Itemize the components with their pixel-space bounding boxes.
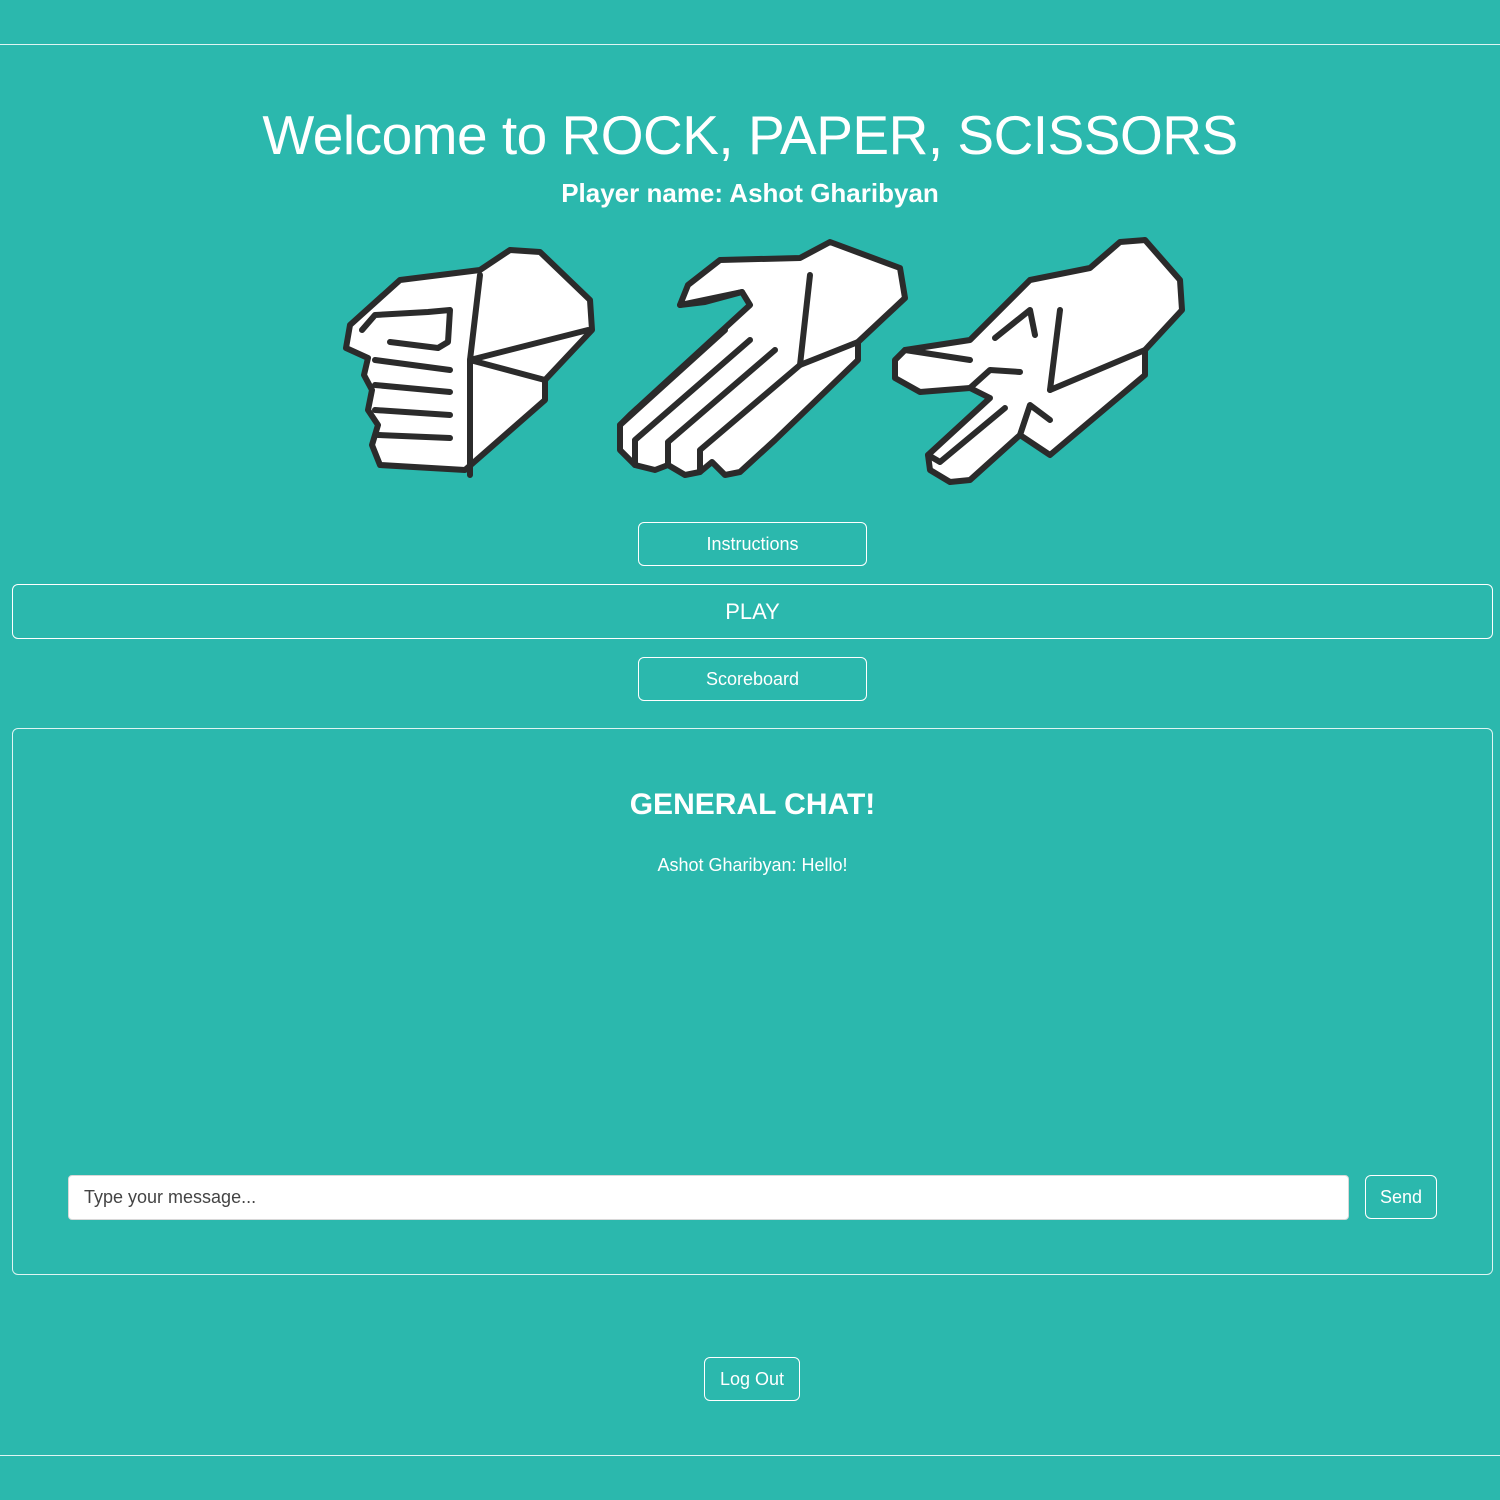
play-button[interactable]: PLAY — [12, 584, 1493, 639]
chat-message-input[interactable] — [68, 1175, 1349, 1220]
scissors-hand-icon — [892, 237, 1185, 485]
page: Welcome to ROCK, PAPER, SCISSORS Player … — [0, 0, 1500, 1500]
instructions-button[interactable]: Instructions — [638, 522, 867, 566]
scoreboard-button[interactable]: Scoreboard — [638, 657, 867, 701]
paper-hand-icon — [617, 239, 908, 478]
chat-title: GENERAL CHAT! — [629, 788, 876, 821]
player-name: Player name: Ashot Gharibyan — [561, 178, 939, 208]
chat-message: Ashot Gharibyan: Hello! — [657, 855, 848, 875]
rock-hand-icon — [343, 247, 595, 478]
top-divider — [0, 44, 1500, 45]
send-button[interactable]: Send — [1365, 1175, 1437, 1219]
hands-illustration — [343, 237, 1185, 485]
page-title: Welcome to ROCK, PAPER, SCISSORS — [262, 104, 1238, 166]
logout-button[interactable]: Log Out — [704, 1357, 800, 1401]
chat-message-list: Ashot Gharibyan: Hello! — [13, 851, 1492, 879]
bottom-divider — [0, 1455, 1500, 1456]
general-chat-panel: GENERAL CHAT! Ashot Gharibyan: Hello! Se… — [12, 728, 1493, 1275]
